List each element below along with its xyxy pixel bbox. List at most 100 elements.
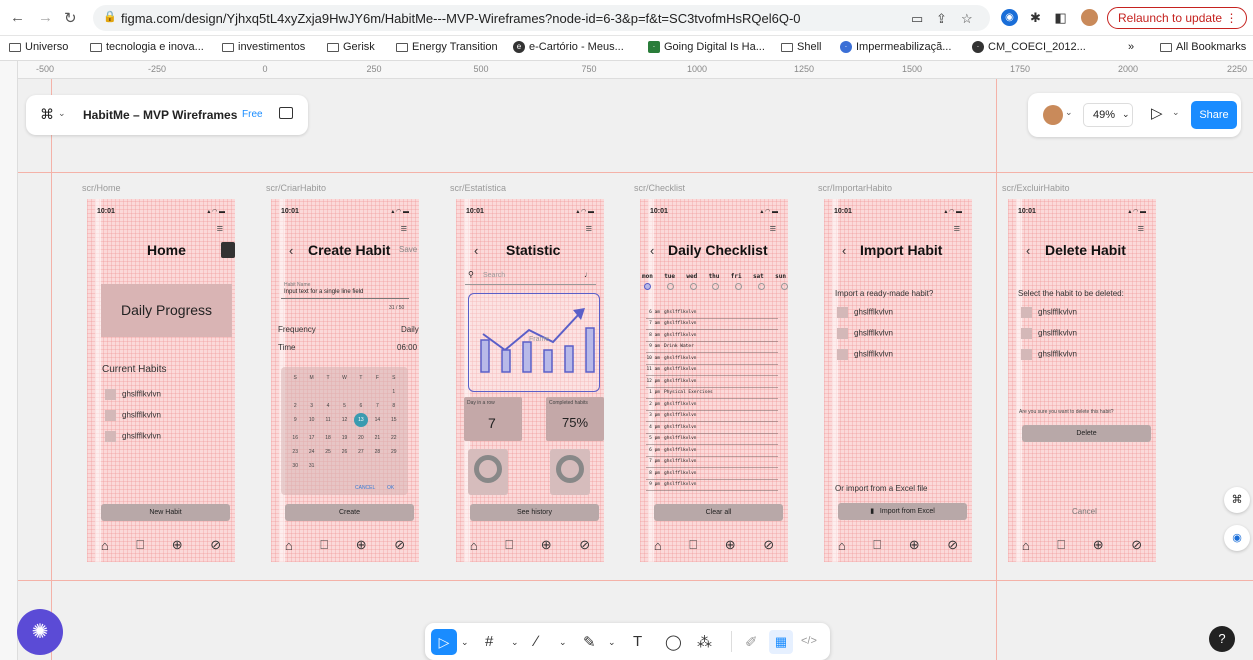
- clear-all-button[interactable]: Clear all: [654, 504, 783, 521]
- figma-menu-icon[interactable]: ⌘: [40, 106, 54, 123]
- home-icon[interactable]: ⌂: [285, 538, 293, 553]
- help-button[interactable]: ?: [1209, 626, 1235, 652]
- calendar-day[interactable]: 21: [369, 435, 385, 441]
- calendar-day[interactable]: 8: [386, 403, 402, 409]
- checkbox[interactable]: [105, 431, 116, 442]
- calendar-day[interactable]: 25: [320, 449, 336, 455]
- bookmark-item[interactable]: Energy Transition: [396, 41, 498, 53]
- habit-name-input[interactable]: Input text for a single line field: [284, 289, 363, 295]
- calendar-day[interactable]: 11: [320, 417, 336, 427]
- checkbox[interactable]: [105, 410, 116, 421]
- menu-icon[interactable]: ≡: [770, 223, 776, 235]
- bookmark-item[interactable]: · CM_COECI_2012...: [972, 41, 1086, 53]
- file-name[interactable]: HabitMe – MVP Wireframes: [83, 108, 237, 122]
- menu-icon[interactable]: ≡: [1138, 223, 1144, 235]
- profile-icon[interactable]: [221, 242, 235, 258]
- date-picker[interactable]: S M T W T F S 1 2 3 4 5 6 7 8 9 10 11 12 13 14 15 16 17 18 19 20 21…: [281, 367, 408, 495]
- habit-item[interactable]: ghslfflkvlvn: [837, 307, 893, 318]
- chevron-down-icon[interactable]: ⌄: [1172, 107, 1180, 118]
- habit-item[interactable]: ghslfflkvlvn: [837, 328, 893, 339]
- calendar-day[interactable]: 4: [320, 403, 336, 409]
- bookmark-item[interactable]: investimentos: [222, 41, 305, 53]
- day-radio[interactable]: [780, 283, 788, 290]
- checklist-row[interactable]: 10 am ghslfflkvlvn: [646, 353, 778, 365]
- download-icon[interactable]: ⊕: [725, 537, 736, 553]
- present-icon[interactable]: ▷: [1151, 104, 1163, 122]
- calendar-day[interactable]: 22: [386, 435, 402, 441]
- zoom-dropdown[interactable]: 49% ⌄: [1083, 103, 1133, 127]
- bookmark-item[interactable]: · Going Digital Is Ha...: [648, 41, 765, 53]
- checklist-row[interactable]: 3 pm ghslfflkvlvn: [646, 411, 778, 422]
- download-icon[interactable]: ⊕: [172, 537, 183, 553]
- actions-tool-icon[interactable]: ⁂: [697, 633, 712, 651]
- calendar-day[interactable]: 27: [353, 449, 369, 455]
- frame-label[interactable]: scr/Home: [82, 183, 121, 193]
- frame-label[interactable]: scr/ImportarHabito: [818, 183, 892, 193]
- habit-item[interactable]: ghslfflkvlvn: [837, 349, 893, 360]
- check-circle-icon[interactable]: ⊘: [1131, 537, 1142, 553]
- frame-create-habit[interactable]: 10:01 ▴ ◠ ▬ ≡ ‹ Create Habit Save Habit …: [271, 199, 419, 562]
- habit-item[interactable]: ghslfflkvlvn: [1021, 307, 1077, 318]
- chevron-down-icon[interactable]: ⌄: [511, 637, 519, 648]
- cancel-button[interactable]: Cancel: [1072, 507, 1097, 516]
- day-radio[interactable]: [666, 283, 674, 290]
- back-icon[interactable]: ‹: [1026, 243, 1030, 258]
- search-bar[interactable]: ⚲ Search ♩: [465, 268, 596, 285]
- avatar[interactable]: [1043, 105, 1063, 125]
- bookmark-item[interactable]: · Impermeabilizaçã...: [840, 41, 951, 53]
- bookmark-icon[interactable]: ⎕: [136, 537, 144, 553]
- check-circle-icon[interactable]: ⊘: [579, 537, 590, 553]
- plugin-icon[interactable]: ✺: [17, 609, 63, 655]
- checklist-row[interactable]: 4 pm ghslfflkvlvn: [646, 422, 778, 434]
- download-icon[interactable]: ⊕: [909, 537, 920, 553]
- calendar-day[interactable]: 19: [336, 435, 352, 441]
- menu-icon[interactable]: ≡: [586, 223, 592, 235]
- checklist-row[interactable]: 7 pm ghslfflkvlvn: [646, 457, 778, 468]
- save-button[interactable]: Save: [399, 245, 417, 254]
- extension-icon[interactable]: ◉: [1001, 9, 1018, 26]
- day-radio[interactable]: [689, 283, 697, 290]
- home-icon[interactable]: ⌂: [1022, 538, 1030, 553]
- draw-mode-icon[interactable]: ✐: [745, 633, 758, 651]
- screen-icon[interactable]: ▭: [911, 11, 923, 27]
- bookmark-icon[interactable]: ⎕: [1057, 537, 1065, 553]
- calendar-day[interactable]: 7: [369, 403, 385, 409]
- habit-item[interactable]: ghslfflkvlvn: [105, 410, 161, 421]
- day-radio[interactable]: [644, 283, 651, 290]
- url-text[interactable]: figma.com/design/Yjhxq5tL4xyZxja9HwJY6m/…: [121, 11, 801, 26]
- download-icon[interactable]: ⊕: [541, 537, 552, 553]
- reload-icon[interactable]: ↻: [64, 9, 77, 27]
- grid-icon[interactable]: ⌘: [1224, 487, 1250, 513]
- back-icon[interactable]: ‹: [474, 243, 478, 258]
- frame-checklist[interactable]: 10:01 ▴ ◠ ▬ ≡ ‹ Daily Checklist mon tue we…: [640, 199, 788, 562]
- chevron-down-icon[interactable]: ⌄: [1065, 107, 1073, 118]
- new-habit-button[interactable]: New Habit: [101, 504, 230, 521]
- bookmark-item[interactable]: Shell: [781, 41, 821, 53]
- checklist-row[interactable]: 5 pm ghslfflkvlvn: [646, 434, 778, 445]
- bookmark-item[interactable]: Universo: [9, 41, 68, 53]
- habit-item[interactable]: ghslfflkvlvn: [1021, 349, 1077, 360]
- frame-statistic[interactable]: 10:01 ▴ ◠ ▬ ≡ ‹ Statistic ⚲ Search ♩ Fra…: [456, 199, 604, 562]
- chevron-down-icon[interactable]: ⌄: [559, 637, 567, 648]
- calendar-ok-button[interactable]: OK: [387, 485, 394, 491]
- frame-delete-habit[interactable]: 10:01 ▴ ◠ ▬ ≡ ‹ Delete Habit Select the …: [1008, 199, 1156, 562]
- calendar-day[interactable]: 18: [320, 435, 336, 441]
- puzzle-icon[interactable]: ✱: [1027, 9, 1044, 26]
- download-icon[interactable]: ⊕: [356, 537, 367, 553]
- calendar-day[interactable]: 30: [287, 463, 303, 469]
- calendar-day[interactable]: 23: [287, 449, 303, 455]
- frame-label[interactable]: scr/Checklist: [634, 183, 685, 193]
- checklist-row[interactable]: 12 pm ghslfflkvlvn: [646, 376, 778, 388]
- calendar-day[interactable]: 15: [386, 417, 402, 427]
- move-tool-icon[interactable]: ▷: [431, 629, 457, 655]
- checkbox[interactable]: [1021, 328, 1032, 339]
- bookmark-icon[interactable]: ⎕: [505, 537, 513, 553]
- menu-icon[interactable]: ≡: [954, 223, 960, 235]
- calendar-day[interactable]: 24: [303, 449, 319, 455]
- bookmark-icon[interactable]: ⎕: [320, 537, 328, 553]
- calendar-day[interactable]: 28: [369, 449, 385, 455]
- frame-import-habit[interactable]: 10:01 ▴ ◠ ▬ ≡ ‹ Import Habit Import a re…: [824, 199, 972, 562]
- calendar-cancel-button[interactable]: CANCEL: [355, 485, 375, 491]
- day-radio[interactable]: [735, 283, 743, 290]
- home-icon[interactable]: ⌂: [654, 538, 662, 553]
